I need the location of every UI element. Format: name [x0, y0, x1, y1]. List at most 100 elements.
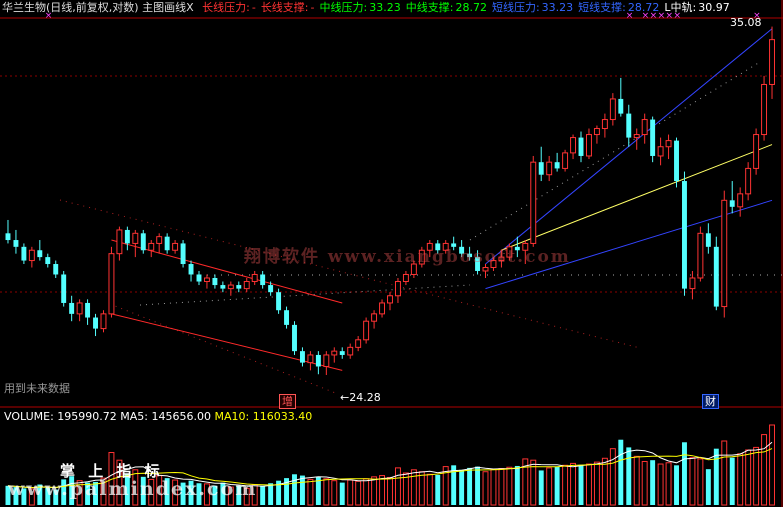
- candle-body: [299, 351, 305, 363]
- candle-body: [578, 137, 584, 156]
- volume-bar: [394, 467, 401, 506]
- candle-body: [761, 83, 768, 136]
- candle-body: [355, 339, 362, 348]
- volume-bar: [554, 466, 560, 505]
- volume-bar: [586, 463, 592, 506]
- volume-bar: [546, 467, 553, 506]
- candle-body: [61, 274, 67, 303]
- volume-bar: [379, 475, 386, 506]
- volume-title: VOLUME:: [4, 410, 54, 423]
- volume-bar: [626, 447, 632, 505]
- legend-value: 28.72: [627, 1, 660, 14]
- volume-bar: [729, 457, 735, 505]
- candle-body: [769, 39, 775, 85]
- volume-bar: [705, 469, 711, 505]
- candle-body: [227, 284, 234, 290]
- candle-body: [196, 274, 202, 282]
- volume-bar: [769, 424, 775, 506]
- volume-bar: [260, 485, 266, 505]
- candle-body: [753, 134, 760, 169]
- legend-label: 短线支撑:: [578, 1, 626, 14]
- candle-body: [665, 140, 672, 148]
- candle-body: [371, 313, 378, 322]
- volume-bar: [435, 474, 441, 505]
- legend-value: 28.72: [455, 1, 487, 14]
- volume-bar: [268, 483, 274, 505]
- future-data-text: 用到未来数据: [4, 382, 70, 395]
- volume-bar: [689, 457, 696, 506]
- volume-bar: [339, 482, 345, 505]
- volume-bar: [506, 466, 513, 506]
- candle-body: [387, 295, 393, 304]
- volume-bar: [363, 478, 370, 506]
- legend-value: -: [310, 1, 315, 14]
- legend-item-2: 中线压力: 33.23: [320, 1, 401, 14]
- candle-body: [570, 137, 577, 154]
- candle-body: [220, 285, 226, 289]
- candle-body: [108, 253, 115, 315]
- watermark-xiangbo: 翔博软件 www.xiangbosoft.com: [244, 247, 571, 267]
- candle-body: [737, 193, 744, 208]
- candle-body: [260, 274, 266, 286]
- volume-bar: [538, 470, 544, 505]
- volume-bar: [292, 474, 297, 505]
- channel-extension-1: [109, 303, 339, 395]
- candle-body: [697, 232, 704, 279]
- volume-bar: [641, 460, 648, 506]
- candle-body: [689, 277, 696, 290]
- volume-bar: [459, 469, 465, 505]
- candle-body: [609, 98, 616, 121]
- candle-body: [148, 242, 155, 251]
- volume-bar: [347, 479, 354, 506]
- candle-body: [363, 320, 370, 341]
- ma5-value: 145656.00: [151, 410, 212, 423]
- legend-value: 30.97: [698, 1, 730, 14]
- candle-body: [729, 200, 735, 207]
- ma5-label: MA5:: [120, 410, 149, 423]
- candle-body: [705, 233, 711, 247]
- volume-bar: [674, 465, 679, 505]
- volume-bar: [601, 457, 608, 506]
- candle-body: [331, 350, 338, 356]
- legend-value: -: [251, 1, 256, 14]
- volume-bar: [426, 473, 433, 506]
- channel-extension-2: [469, 61, 761, 241]
- candle-body: [315, 354, 321, 367]
- candle-body: [21, 246, 27, 261]
- candle-body: [394, 281, 401, 297]
- volume-bar: [713, 448, 719, 505]
- candle-body: [268, 285, 274, 293]
- volume-bar: [593, 461, 600, 506]
- ma10-label: MA10:: [214, 410, 250, 423]
- candle-body: [530, 161, 537, 244]
- volume-bar: [745, 449, 752, 506]
- candle-body: [633, 134, 640, 139]
- candle-body: [657, 146, 664, 157]
- candle-body: [538, 162, 544, 175]
- candle-body: [601, 119, 608, 130]
- volume-bar: [410, 469, 417, 506]
- candle-body: [188, 264, 194, 275]
- volume-bar: [371, 476, 378, 506]
- volume-bar: [721, 440, 728, 506]
- candle-body: [276, 292, 282, 311]
- candle-body: [402, 273, 409, 283]
- low-price-label: ←24.28: [340, 391, 381, 404]
- volume-bar: [761, 434, 768, 506]
- volume-bar: [697, 458, 704, 506]
- candle-body: [546, 161, 553, 176]
- candle-body: [682, 181, 687, 289]
- candle-body: [713, 246, 719, 307]
- candle-body: [674, 140, 679, 182]
- volume-bar: [467, 467, 473, 505]
- volume-legend: VOLUME: 195990.72 MA5: 145656.00 MA10: 1…: [4, 410, 312, 423]
- candle-body: [650, 119, 656, 156]
- volume-bar: [570, 462, 577, 506]
- candle-body: [618, 98, 624, 114]
- legend-item-4: 短线压力: 33.23: [492, 1, 573, 14]
- candle-body: [251, 273, 258, 283]
- candle-body: [203, 277, 210, 283]
- ma10-value: 116033.40: [252, 410, 313, 423]
- candle-body: [140, 233, 146, 251]
- candle-body: [124, 229, 130, 244]
